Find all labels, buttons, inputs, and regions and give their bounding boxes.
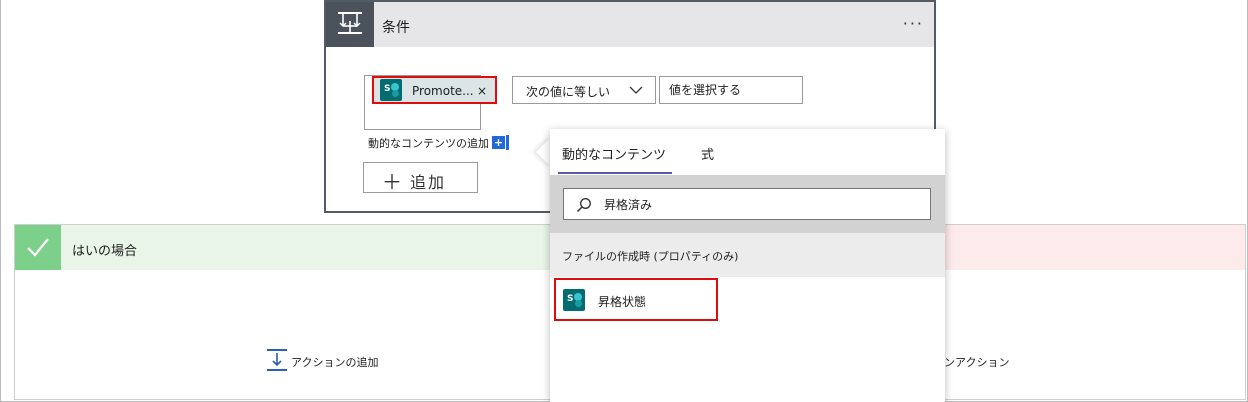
token-close-icon[interactable]: × xyxy=(477,84,487,98)
check-icon xyxy=(15,225,61,270)
add-action-icon xyxy=(267,349,287,371)
plus-icon: ＋ xyxy=(382,170,402,194)
no-branch-add-action-label[interactable]: ンアクション xyxy=(944,354,1009,370)
search-input[interactable] xyxy=(604,189,924,219)
search-area xyxy=(550,175,945,233)
condition-title: 条件 xyxy=(382,20,410,36)
tab-dynamic-content[interactable]: 動的なコンテンツ xyxy=(562,144,666,163)
tab-expression[interactable]: 式 xyxy=(701,144,714,163)
more-options-icon[interactable]: ··· xyxy=(903,14,924,33)
promote-token[interactable]: S Promote... × xyxy=(372,76,497,104)
yes-branch-panel: はいの場合 アクションの追加 xyxy=(14,224,551,400)
dynamic-content-popup: 動的なコンテンツ 式 ファイルの作成時 (プロパティのみ) S 昇格状態 xyxy=(550,129,945,402)
search-box[interactable] xyxy=(563,188,931,220)
yes-branch-title: はいの場合 xyxy=(72,244,138,259)
operator-select[interactable]: 次の値に等しい xyxy=(512,76,656,104)
add-dynamic-content-cursor xyxy=(506,135,509,150)
list-item[interactable]: S 昇格状態 xyxy=(554,278,718,321)
search-icon xyxy=(576,198,591,213)
condition-header[interactable]: 条件 ··· xyxy=(326,2,934,47)
active-tab-indicator xyxy=(558,172,672,174)
no-branch-panel: ンアクション xyxy=(944,224,1246,400)
add-dynamic-content-plus-icon[interactable]: + xyxy=(492,136,505,149)
no-branch-header[interactable] xyxy=(944,225,1245,270)
add-button[interactable]: ＋ 追加 xyxy=(363,162,478,194)
condition-icon xyxy=(326,2,374,47)
add-dynamic-content-link[interactable]: 動的なコンテンツの追加 xyxy=(368,135,489,151)
section-header[interactable]: ファイルの作成時 (プロパティのみ) xyxy=(550,233,945,277)
add-action-label: アクションの追加 xyxy=(291,356,379,369)
list-item-label: 昇格状態 xyxy=(598,295,647,309)
section-header-label: ファイルの作成時 (プロパティのみ) xyxy=(562,250,739,263)
yes-branch-header[interactable]: はいの場合 xyxy=(15,225,550,270)
operator-value: 次の値に等しい xyxy=(526,85,611,99)
sharepoint-icon: S xyxy=(380,79,402,101)
token-label: Promote... xyxy=(412,84,474,98)
chevron-down-icon xyxy=(629,86,643,94)
add-button-label: 追加 xyxy=(410,173,447,192)
sharepoint-icon: S xyxy=(563,289,585,311)
value-input[interactable] xyxy=(659,76,803,104)
